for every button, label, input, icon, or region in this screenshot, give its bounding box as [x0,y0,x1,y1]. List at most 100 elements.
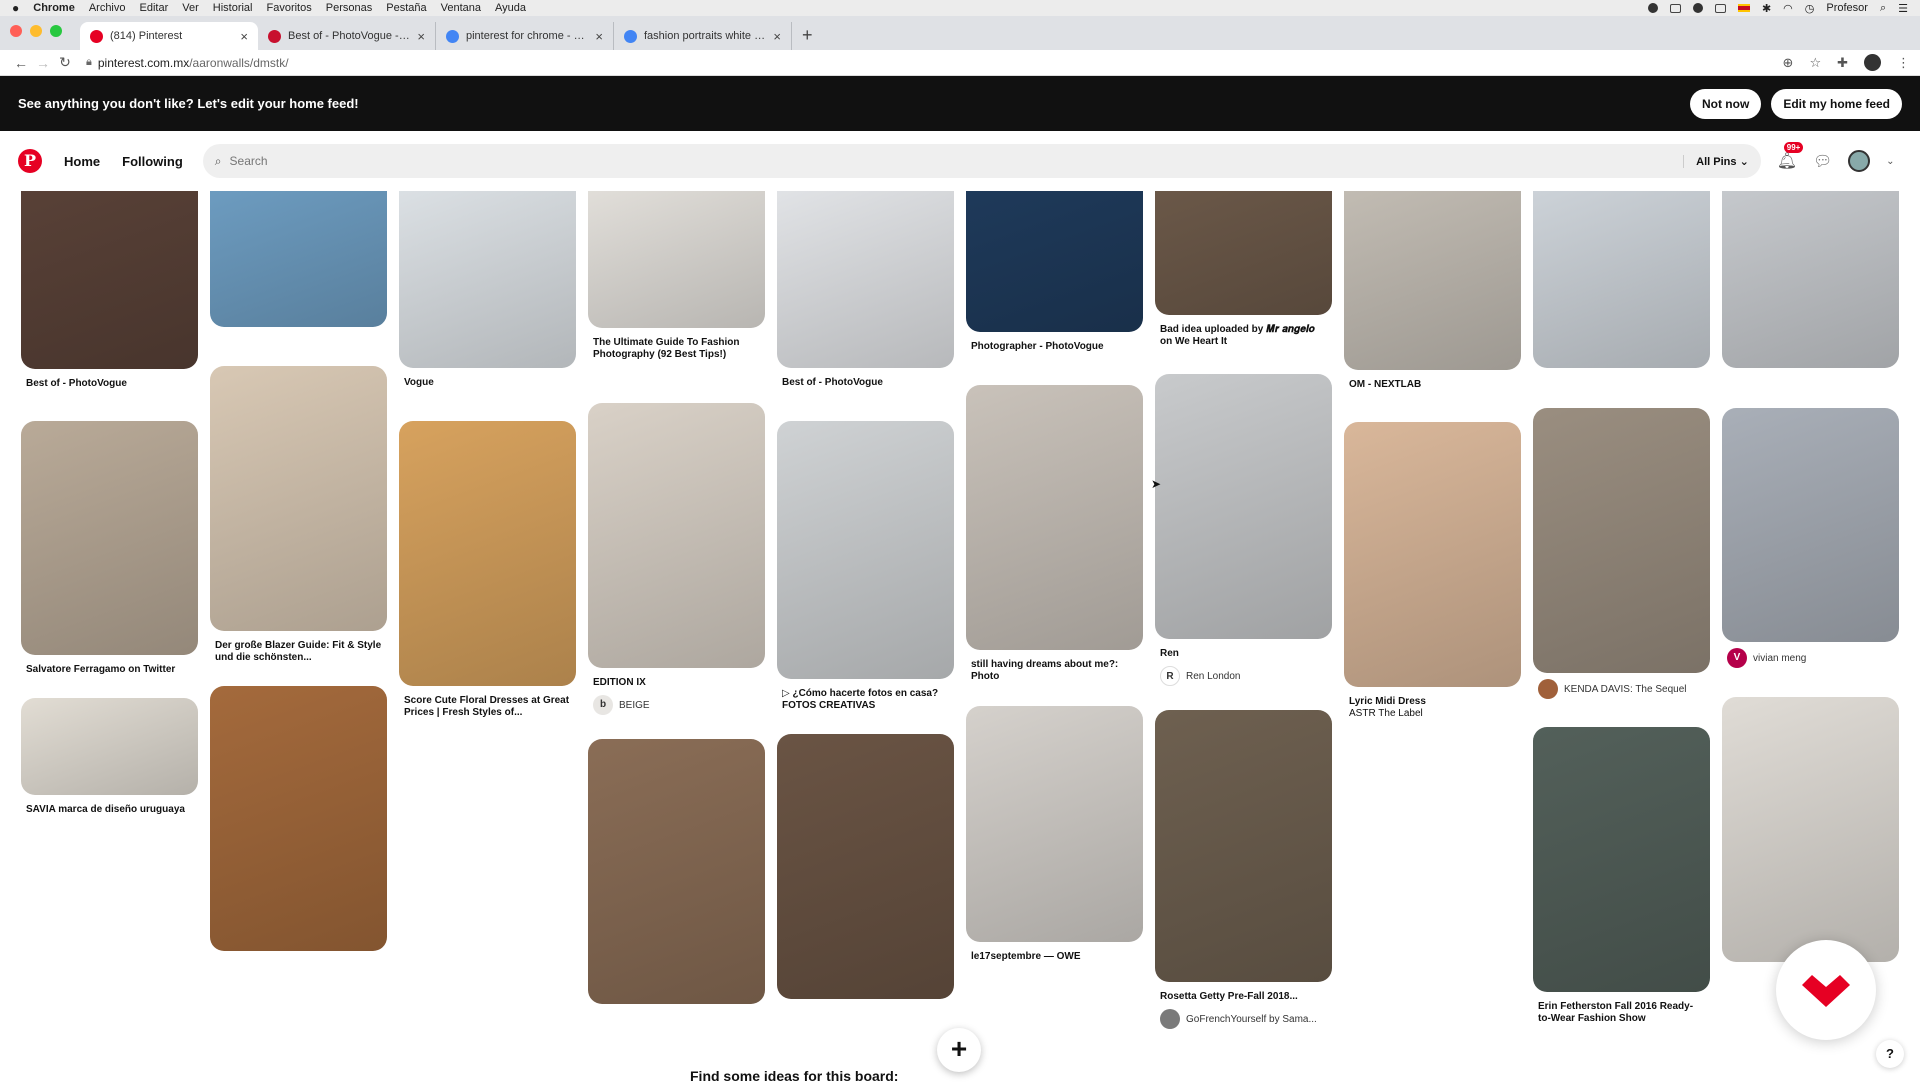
bluetooth-icon[interactable]: ✱ [1762,2,1771,15]
add-pin-button[interactable]: + [937,1028,981,1072]
screen-icon[interactable] [1669,3,1681,13]
pin-title[interactable]: Erin Fetherston Fall 2016 Ready-to-Wear … [1533,1001,1710,1025]
pinner-name[interactable]: BEIGE [619,700,650,711]
pin-image[interactable] [777,734,954,999]
pinner-name[interactable]: GoFrenchYourself by Sama... [1186,1014,1317,1025]
floating-action-button[interactable] [1776,940,1876,1040]
close-tab-icon[interactable]: × [417,29,425,44]
pinner-avatar[interactable] [1160,1009,1180,1029]
extensions-puzzle-icon[interactable]: ✚ [1837,55,1848,71]
browser-tab[interactable]: pinterest for chrome - Buscar con Google… [436,22,614,50]
pin-title[interactable]: ▷ ¿Cómo hacerte fotos en casa? FOTOS CRE… [777,688,954,712]
menu-ver[interactable]: Ver [182,2,199,14]
pin-card[interactable]: Vvivian meng [1722,408,1899,668]
pin-card[interactable]: Lyric Midi Dress ASTR The Label [1344,422,1521,720]
apple-icon[interactable]: ● [12,1,19,15]
pinner-name[interactable]: Ren London [1186,671,1241,682]
pin-image[interactable] [1155,374,1332,639]
pinner-avatar[interactable] [1538,679,1558,699]
pin-card[interactable]: Bad idea uploaded by 𝑴𝒓 𝒂𝒏𝒈𝒆𝒍𝒐 on We Hea… [1155,191,1332,348]
pin-card[interactable]: Vogue [399,191,576,389]
pin-image[interactable] [1722,191,1899,368]
flag-icon[interactable] [1737,4,1750,12]
edit-home-feed-button[interactable]: Edit my home feed [1771,88,1902,119]
pin-card[interactable]: le17septembre — OWE [966,706,1143,963]
pin-image[interactable] [1155,191,1332,315]
pinner-avatar[interactable]: R [1160,666,1180,686]
pin-card[interactable] [1722,697,1899,962]
search-bar[interactable]: ⌕ Search All Pins ⌄ [202,144,1761,178]
menu-ventana[interactable]: Ventana [441,2,481,14]
pin-card[interactable]: OM - NEXTLAB [1344,191,1521,391]
pin-image[interactable] [777,191,954,368]
not-now-button[interactable]: Not now [1689,88,1762,119]
reload-icon[interactable]: ↻ [54,54,76,71]
control-center-icon[interactable]: ☰ [1898,2,1908,15]
menu-ayuda[interactable]: Ayuda [495,2,526,14]
pin-image[interactable] [1344,191,1521,370]
pin-card[interactable] [210,191,387,327]
browser-tab[interactable]: (814) Pinterest × [80,22,258,50]
pin-card[interactable] [210,686,387,951]
pin-title[interactable]: still having dreams about me?: Photo [966,659,1143,683]
pin-image[interactable] [966,385,1143,650]
menu-pestana[interactable]: Pestaña [386,2,426,14]
menu-chrome[interactable]: Chrome [33,2,75,14]
url-field[interactable]: pinterest.com.mx/aaronwalls/dmstk/ [98,56,289,70]
search-scope-dropdown[interactable]: All Pins ⌄ [1683,154,1749,168]
user-avatar[interactable] [1848,150,1871,172]
pin-title[interactable]: Vogue [399,377,576,389]
pin-title[interactable]: le17septembre — OWE [966,951,1143,963]
pin-image[interactable] [1533,727,1710,992]
pin-card[interactable]: Score Cute Floral Dresses at Great Price… [399,421,576,719]
pin-card[interactable]: The Ultimate Guide To Fashion Photograph… [588,191,765,361]
pin-image[interactable] [588,403,765,668]
creative-cloud-icon[interactable] [1692,3,1703,13]
pin-attribution[interactable]: KENDA DAVIS: The Sequel [1533,679,1710,699]
pin-card[interactable]: Best of - PhotoVogue [21,191,198,390]
pin-title[interactable]: EDITION IX [588,677,765,689]
pin-title[interactable]: SAVIA marca de diseño uruguaya [21,804,198,816]
pin-image[interactable] [210,366,387,631]
display-icon[interactable] [1714,3,1726,13]
pin-title[interactable]: OM - NEXTLAB [1344,379,1521,391]
pin-title[interactable]: Ren [1155,648,1332,660]
pin-attribution[interactable]: GoFrenchYourself by Sama... [1155,1009,1332,1029]
pin-title[interactable]: Rosetta Getty Pre-Fall 2018... [1155,991,1332,1003]
pin-image[interactable] [399,191,576,368]
forward-icon[interactable]: → [32,55,54,71]
notifications-bell-icon[interactable]: 🔔︎ 99+ [1777,142,1804,171]
pin-image[interactable] [588,739,765,1004]
pin-image[interactable] [21,191,198,369]
pin-card[interactable]: Rosetta Getty Pre-Fall 2018... GoFrenchYo… [1155,710,1332,1029]
pin-card[interactable]: Best of - PhotoVogue [777,191,954,389]
pin-image[interactable] [966,706,1143,942]
pin-image[interactable] [210,191,387,327]
clock-icon[interactable]: ◷ [1805,2,1815,15]
menu-favoritos[interactable]: Favoritos [267,2,312,14]
bookmark-star-icon[interactable]: ☆ [1809,55,1821,71]
pin-card[interactable] [1533,191,1710,368]
pin-image[interactable] [1722,408,1899,642]
messages-icon[interactable]: 💬︎ [1813,152,1832,170]
pin-attribution[interactable]: b BEIGE [588,695,765,715]
pin-title[interactable]: Photographer - PhotoVogue [966,341,1143,353]
pin-card[interactable]: Erin Fetherston Fall 2016 Ready-to-Wear … [1533,727,1710,1025]
maximize-window-icon[interactable] [50,25,62,37]
menu-personas[interactable]: Personas [326,2,372,14]
pin-image[interactable] [21,421,198,655]
kebab-menu-icon[interactable]: ⋮ [1897,55,1910,71]
pin-card[interactable]: EDITION IX b BEIGE [588,403,765,715]
pin-title[interactable]: Der große Blazer Guide: Fit & Style und … [210,640,387,664]
spotlight-icon[interactable]: ⌕ [1880,2,1886,15]
pin-image[interactable] [1344,422,1521,687]
pin-title[interactable]: Best of - PhotoVogue [21,378,198,390]
pin-image[interactable] [1533,408,1710,673]
pin-image[interactable] [21,698,198,795]
pin-card[interactable]: Der große Blazer Guide: Fit & Style und … [210,366,387,664]
pin-card[interactable]: KENDA DAVIS: The Sequel [1533,408,1710,699]
pin-image[interactable] [1533,191,1710,368]
pin-card[interactable]: Photographer - PhotoVogue [966,191,1143,353]
pin-image[interactable] [1722,697,1899,962]
record-icon[interactable] [1647,3,1658,13]
